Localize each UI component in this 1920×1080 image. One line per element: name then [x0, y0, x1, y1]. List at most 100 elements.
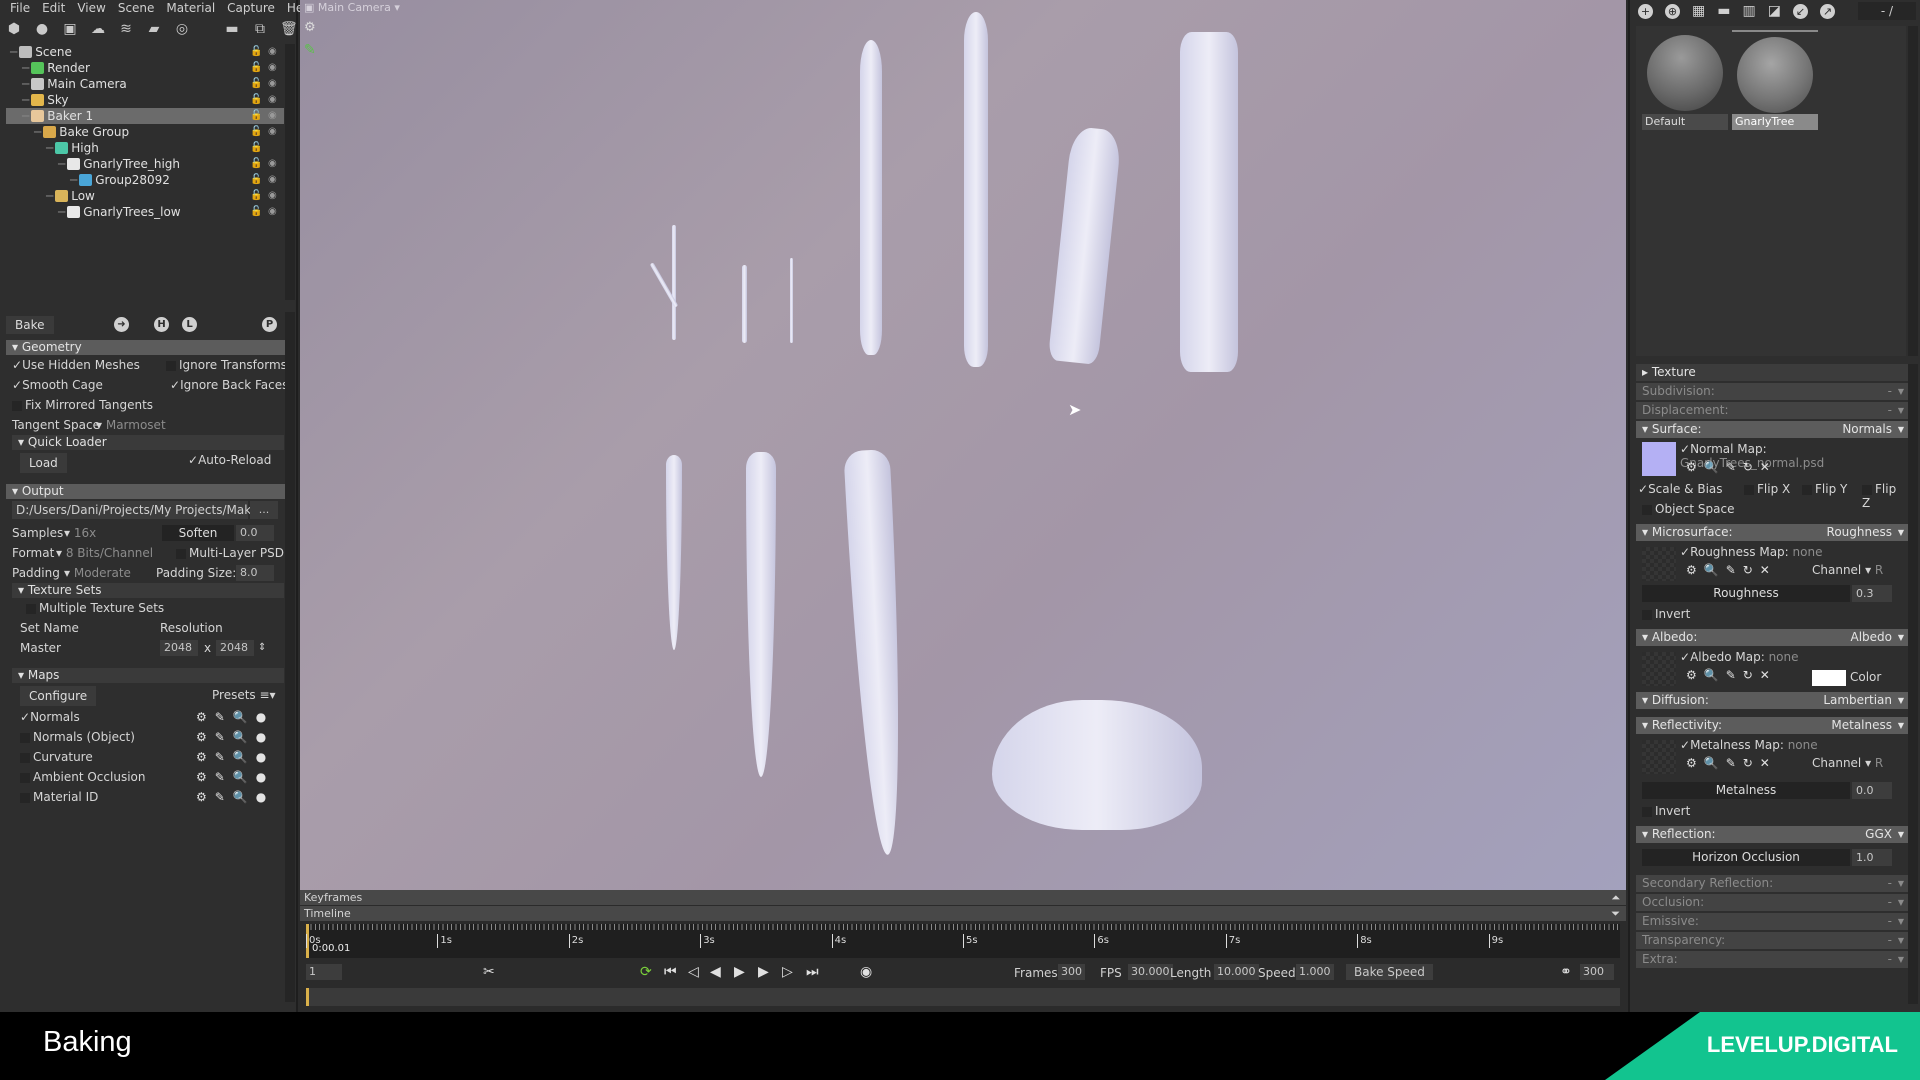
reflectivity-header[interactable]: ▾ Reflectivity: Metalness ▼: [1636, 717, 1908, 734]
multilayer-psd-checkbox[interactable]: Multi-Layer PSD: [176, 543, 284, 563]
bake-speed-button[interactable]: Bake Speed: [1346, 964, 1433, 980]
keyframes-bar[interactable]: Keyframes ⏶: [300, 890, 1626, 905]
3d-viewport[interactable]: ▣ Main Camera ▾ ⚙ ✎ ➤: [300, 0, 1626, 890]
menu-scene[interactable]: Scene: [112, 0, 161, 16]
expand-up-icon[interactable]: ⏶: [1611, 890, 1620, 905]
eye-icon[interactable]: ◉: [268, 188, 277, 204]
map-actions[interactable]: ⚙✎🔍●: [196, 767, 274, 787]
lock-icon[interactable]: 🔓: [250, 108, 262, 124]
samples-dropdown[interactable]: ▾ 16x: [64, 523, 96, 543]
geometry-header[interactable]: ▾ Geometry: [6, 340, 290, 355]
displacement-header[interactable]: Displacement: - ▼: [1636, 402, 1908, 419]
folder-icon[interactable]: ▬: [224, 21, 240, 37]
horizon-occlusion-value-field[interactable]: 1.0: [1852, 849, 1892, 866]
quick-loader-header[interactable]: ▾ Quick Loader: [12, 435, 284, 450]
normal-map-actions[interactable]: ⚙🔍✎↻✕: [1686, 460, 1777, 474]
loop-icon[interactable]: ⟳: [640, 964, 652, 980]
import-material-icon[interactable]: ↙: [1792, 3, 1808, 19]
roughness-map-actions[interactable]: ⚙🔍✎↻✕: [1686, 563, 1777, 577]
play-icon[interactable]: ▶: [734, 964, 745, 980]
properties-scrollbar[interactable]: [1908, 364, 1918, 1004]
tree-item[interactable]: ─ Render 🔓 ◉: [6, 60, 284, 76]
subdivision-header[interactable]: Subdivision: - ▼: [1636, 383, 1908, 400]
map-checkbox[interactable]: Curvature: [20, 747, 93, 767]
timeline-ruler[interactable]: 0:00.01 0s 1s 2s 3s 4s 5s 6s 7s 8s 9s: [306, 924, 1620, 958]
timeline-bar[interactable]: Timeline ⏷: [300, 906, 1626, 921]
viewport-settings-icon[interactable]: ⚙: [304, 20, 316, 35]
add-light-icon[interactable]: ●: [34, 21, 50, 37]
last-frame-icon[interactable]: ⏭: [806, 964, 819, 980]
soften-slider[interactable]: Soften: [162, 525, 234, 541]
tree-item[interactable]: ─ Baker 1 🔓 ◉: [6, 108, 284, 124]
map-checkbox[interactable]: Ambient Occlusion: [20, 767, 145, 787]
tree-item[interactable]: ─ Sky 🔓 ◉: [6, 92, 284, 108]
object-space-checkbox[interactable]: Object Space: [1642, 502, 1734, 516]
maps-header[interactable]: ▾ Maps: [12, 668, 284, 683]
tree-item[interactable]: ─ Group28092 🔓 ◉: [6, 172, 284, 188]
output-path-field[interactable]: D:/Users/Dani/Projects/My Projects/Makin: [12, 501, 262, 519]
use-hidden-meshes-checkbox[interactable]: ✓Use Hidden Meshes: [12, 355, 140, 375]
normal-map-thumbnail[interactable]: [1642, 442, 1676, 476]
pick-material-icon[interactable]: ◪: [1768, 3, 1781, 19]
duplicate-material-icon[interactable]: ⊕: [1665, 3, 1680, 19]
albedo-map-checkbox[interactable]: ✓Albedo Map: none: [1680, 650, 1799, 664]
tree-item[interactable]: ─ Low 🔓 ◉: [6, 188, 284, 204]
roughness-slider[interactable]: Roughness: [1642, 585, 1850, 602]
metalness-map-actions[interactable]: ⚙🔍✎↻✕: [1686, 756, 1777, 770]
soften-value-field[interactable]: 0.0: [236, 525, 274, 541]
padding-dropdown[interactable]: ▾ Moderate: [64, 563, 131, 583]
microsurface-header[interactable]: ▾ Microsurface: Roughness ▼: [1636, 524, 1908, 541]
albedo-map-thumbnail[interactable]: [1642, 652, 1676, 686]
flip-y-checkbox[interactable]: Flip Y: [1802, 482, 1847, 496]
output-header[interactable]: ▾ Output: [6, 484, 290, 499]
scale-bias-checkbox[interactable]: ✓Scale & Bias: [1638, 482, 1723, 496]
resolution-width-field[interactable]: 2048: [160, 640, 198, 656]
roughness-value-field[interactable]: 0.3: [1852, 585, 1892, 602]
timeline-options-icon[interactable]: ◉: [860, 964, 872, 980]
next-key-icon[interactable]: ▷: [782, 964, 793, 980]
roughness-invert-checkbox[interactable]: Invert: [1642, 607, 1690, 621]
keyframe-track[interactable]: [306, 988, 1620, 1006]
metalness-value-field[interactable]: 0.0: [1852, 782, 1892, 799]
fix-mirrored-tangents-checkbox[interactable]: Fix Mirrored Tangents: [12, 395, 153, 415]
eye-icon[interactable]: ◉: [268, 44, 277, 60]
collapsed-section-header[interactable]: Occlusion: - ▼: [1636, 894, 1908, 911]
resolution-height-field[interactable]: 2048: [216, 640, 254, 656]
tree-item[interactable]: ─ GnarlyTrees_low 🔓 ◉: [6, 204, 284, 220]
material-gnarlytree[interactable]: GnarlyTree: [1732, 30, 1818, 130]
bake-arrow-icon[interactable]: ➜: [114, 317, 129, 332]
format-dropdown[interactable]: ▾ 8 Bits/Channel: [56, 543, 153, 563]
add-baker-icon[interactable]: ▰: [146, 21, 162, 37]
eye-icon[interactable]: ◉: [268, 204, 277, 220]
horizon-occlusion-slider[interactable]: Horizon Occlusion: [1642, 849, 1850, 866]
surface-header[interactable]: ▾ Surface: Normals ▼: [1636, 421, 1908, 438]
low-icon[interactable]: L: [182, 317, 197, 332]
lock-icon[interactable]: 🔓: [250, 156, 262, 172]
tree-item[interactable]: ─ Main Camera 🔓 ◉: [6, 76, 284, 92]
duplicate-icon[interactable]: ⧉: [252, 21, 268, 37]
configure-button[interactable]: Configure: [20, 686, 97, 706]
lock-icon[interactable]: 🔓: [250, 60, 262, 76]
albedo-color-swatch[interactable]: [1812, 670, 1846, 686]
map-actions[interactable]: ⚙✎🔍●: [196, 727, 274, 747]
speed-field[interactable]: 1.000: [1296, 964, 1334, 980]
eye-icon[interactable]: ◉: [268, 156, 277, 172]
auto-reload-checkbox[interactable]: ✓Auto-Reload: [188, 450, 271, 470]
material-default[interactable]: Default: [1642, 30, 1728, 130]
flip-x-checkbox[interactable]: Flip X: [1744, 482, 1790, 496]
prev-key-icon[interactable]: ◁: [688, 964, 699, 980]
add-mesh-icon[interactable]: ⬢: [6, 21, 22, 37]
collapsed-section-header[interactable]: Transparency: - ▼: [1636, 932, 1908, 949]
metalness-channel-dropdown[interactable]: Channel ▾ R: [1812, 756, 1883, 770]
material-list-scrollbar[interactable]: [1908, 26, 1918, 356]
trash-icon[interactable]: 🗑: [280, 21, 298, 37]
lock-icon[interactable]: 🔓: [250, 44, 262, 60]
lock-icon[interactable]: 🔓: [250, 204, 262, 220]
menu-material[interactable]: Material: [160, 0, 221, 16]
texture-section-header[interactable]: ▸ Texture: [1636, 364, 1908, 381]
lock-icon[interactable]: 🔓: [250, 92, 262, 108]
map-actions[interactable]: ⚙✎🔍●: [196, 747, 274, 767]
link-icon[interactable]: ⚭: [1560, 964, 1572, 980]
tangent-space-dropdown[interactable]: ▾ Marmoset: [96, 415, 166, 435]
load-button[interactable]: Load: [20, 453, 67, 473]
